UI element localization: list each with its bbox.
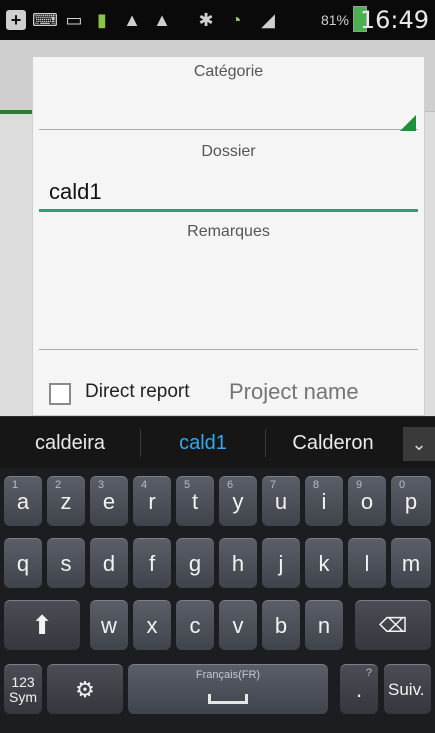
suggestion-bar: caldeira cald1 Calderon ⌄ [0,416,435,468]
next-key[interactable]: Suiv. [384,664,431,714]
symbols-key[interactable]: 123 Sym [4,664,42,714]
space-language-label: Français(FR) [195,669,261,681]
folder-underline [39,209,418,212]
key-k[interactable]: k [305,538,343,588]
key-s[interactable]: s [47,538,85,588]
dropdown-triangle-icon [400,115,416,131]
add-box-icon: + [6,10,26,30]
signal-icon: ◢ [261,9,275,30]
key-d[interactable]: d [90,538,128,588]
key-n[interactable]: n [305,600,343,650]
keyboard-icon: ⌨ [32,9,58,30]
key-q[interactable]: q [4,538,42,588]
remarks-underline [39,349,418,350]
battery-percent: 81% [320,12,349,28]
key-h[interactable]: h [219,538,257,588]
key-l[interactable]: l [348,538,386,588]
warning-icon: ▲ [153,9,171,30]
folder-input[interactable]: cald1 [49,179,102,205]
bluetooth-icon: ✱ [198,9,214,30]
key-b[interactable]: b [262,600,300,650]
key-p[interactable]: 0p [391,476,431,526]
key-e[interactable]: 3e [90,476,128,526]
category-label: Catégorie [193,63,264,80]
remarks-textarea[interactable] [39,247,418,349]
key-a[interactable]: 1a [4,476,42,526]
key-c[interactable]: c [176,600,214,650]
key-x[interactable]: x [133,600,171,650]
direct-report-checkbox[interactable] [49,383,71,405]
wifi-icon: ◔ [230,9,242,30]
category-spinner[interactable] [33,87,424,133]
category-underline [39,129,418,130]
suggestion-item[interactable]: Calderon [266,417,400,469]
key-j[interactable]: j [262,538,300,588]
chevron-down-icon[interactable]: ⌄ [403,427,435,461]
key-w[interactable]: w [90,600,128,650]
soft-keyboard: 1a 2z 3e 4r 5t 6y 7u 8i 9o 0p q s d f g … [0,468,435,733]
form-dialog: Catégorie Dossier cald1 Remarques Direct… [32,56,425,416]
key-z[interactable]: 2z [47,476,85,526]
suggestion-item-selected[interactable]: cald1 [141,417,265,469]
folder-label: Dossier [201,143,256,160]
key-v[interactable]: v [219,600,257,650]
shift-key[interactable]: ⬆ [4,600,80,650]
warning-icon: ▲ [123,9,141,30]
key-r[interactable]: 4r [133,476,171,526]
key-g[interactable]: g [176,538,214,588]
suggestion-item[interactable]: caldeira [0,417,140,469]
period-key[interactable]: ?. [340,664,378,714]
direct-report-label[interactable]: Direct report [85,381,190,403]
key-f[interactable]: f [133,538,171,588]
space-icon [208,694,248,704]
project-name-input[interactable] [229,375,419,409]
backspace-icon: ⌫ [378,615,408,637]
battery-saver-icon: ▮ [97,9,107,30]
key-y[interactable]: 6y [219,476,257,526]
gear-icon: ⚙ [75,676,95,702]
key-m[interactable]: m [391,538,431,588]
key-o[interactable]: 9o [348,476,386,526]
remarks-label: Remarques [187,223,270,240]
shift-arrow-icon: ⬆ [31,610,53,640]
key-u[interactable]: 7u [262,476,300,526]
key-i[interactable]: 8i [305,476,343,526]
clock: 16:49 [359,6,429,34]
screen-share-icon: ▭ [65,9,83,30]
key-t[interactable]: 5t [176,476,214,526]
space-key[interactable]: Français(FR) [128,664,328,714]
settings-key[interactable]: ⚙ [47,664,123,714]
backspace-key[interactable]: ⌫ [355,600,431,650]
status-bar: + ⌨ ▭ ▮ ▲ ▲ ✱ ◔ ◢ 81% 16:49 [0,0,435,40]
